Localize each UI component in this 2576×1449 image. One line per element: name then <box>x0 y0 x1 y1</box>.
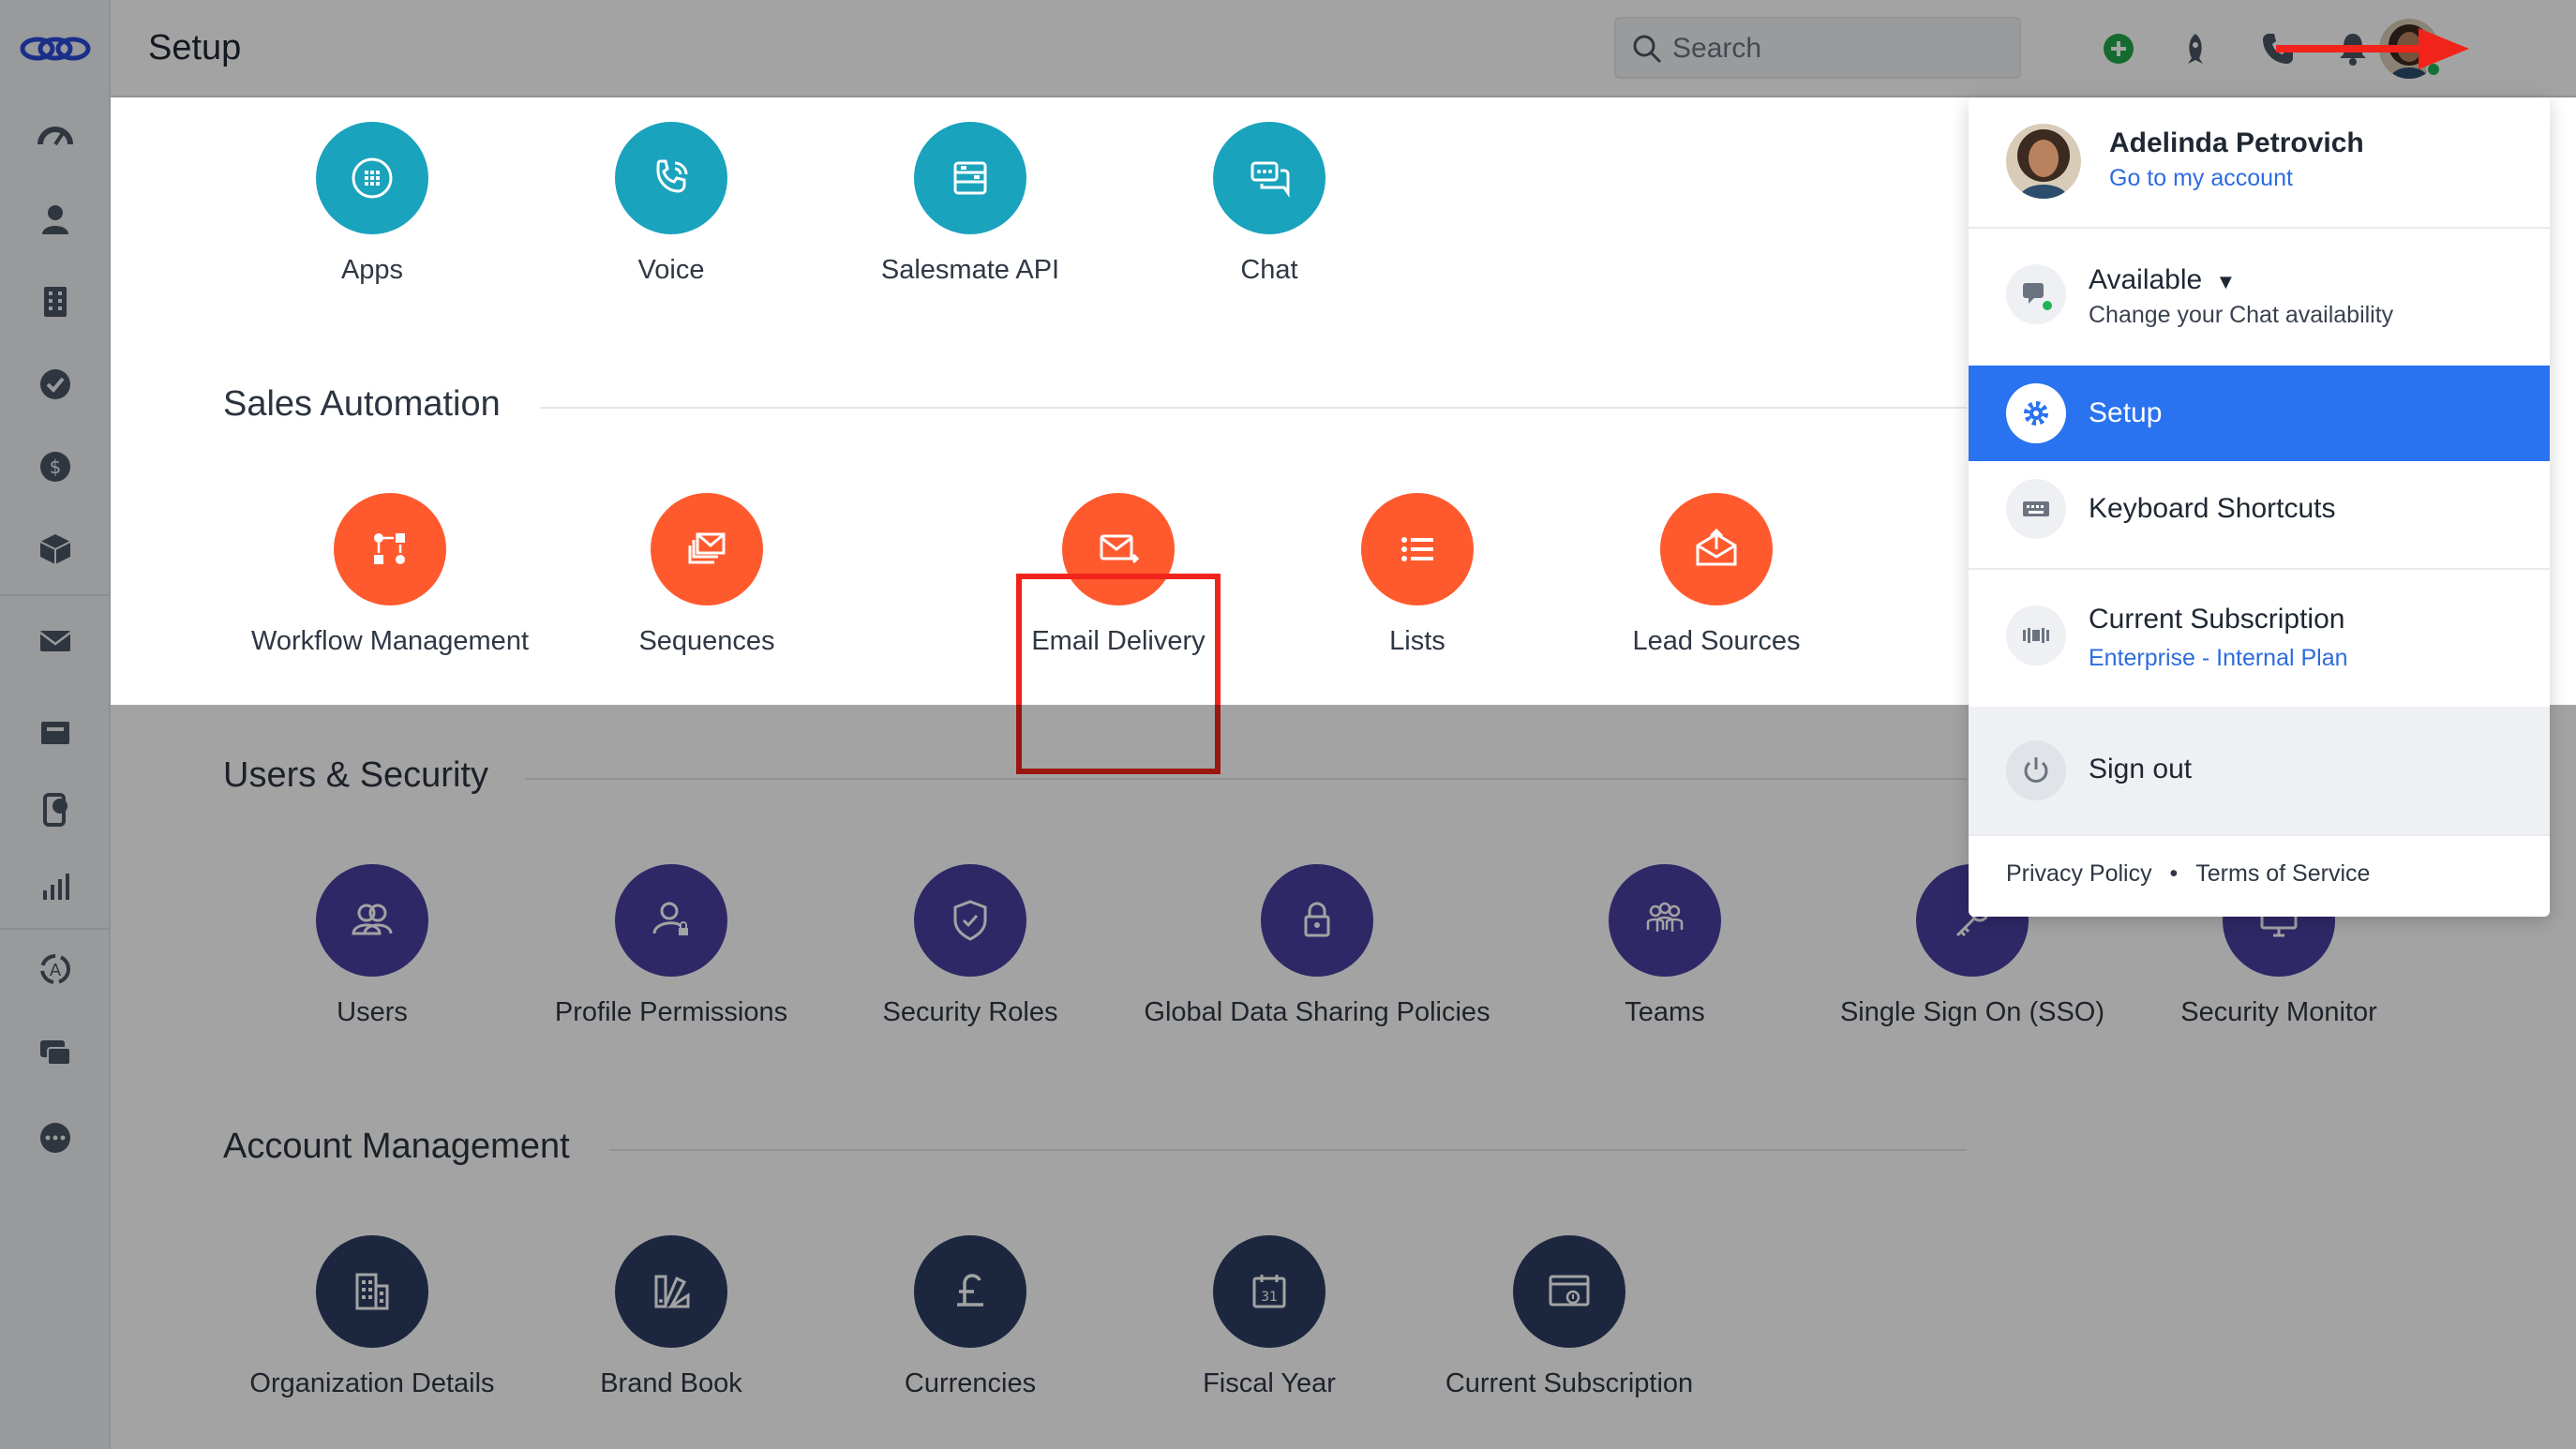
menu-subscription-label: Current Subscription <box>2089 604 2345 635</box>
tile-label: Lists <box>1389 626 1445 656</box>
lead-sources-icon <box>1696 528 1737 566</box>
power-icon <box>2006 740 2066 800</box>
availability-label: Available <box>2089 264 2203 295</box>
tile-sequences[interactable]: Sequences <box>557 493 857 657</box>
availability-status[interactable]: Available ▼ <box>2089 264 2236 296</box>
subscription-icon <box>2006 605 2066 665</box>
tile-label: Workflow Management <box>250 626 530 656</box>
api-icon <box>953 161 987 195</box>
tile-salesmate-api[interactable]: Salesmate API <box>820 122 1120 286</box>
tile-chat[interactable]: Chat <box>1119 122 1419 286</box>
chat-icon <box>1251 161 1290 198</box>
sequences-icon <box>688 532 726 564</box>
menu-item-current-subscription[interactable]: Current Subscription Enterprise - Intern… <box>1969 570 2550 701</box>
apps-icon <box>352 157 393 199</box>
tile-workflow-management[interactable]: Workflow Management <box>240 493 540 657</box>
user-dropdown-menu: Adelinda Petrovich Go to my account Avai… <box>1969 97 2550 917</box>
menu-user-avatar <box>2006 124 2081 199</box>
menu-availability[interactable]: Available ▼ Change your Chat availabilit… <box>1969 229 2550 360</box>
subscription-plan-link[interactable]: Enterprise - Internal Plan <box>2089 645 2348 672</box>
privacy-policy-link[interactable]: Privacy Policy <box>2006 860 2152 888</box>
menu-user-name: Adelinda Petrovich <box>2109 127 2364 158</box>
link-separator: • <box>2169 860 2179 887</box>
menu-shortcuts-label: Keyboard Shortcuts <box>2089 493 2336 524</box>
menu-divider <box>1969 834 2550 836</box>
menu-item-setup[interactable]: Setup <box>1969 366 2550 461</box>
tile-label: Lead Sources <box>1632 626 1801 656</box>
menu-signout-label: Sign out <box>2089 754 2193 784</box>
menu-user-info: Adelinda Petrovich Go to my account <box>1969 97 2550 227</box>
tile-label: Salesmate API <box>880 255 1060 285</box>
menu-item-keyboard-shortcuts[interactable]: Keyboard Shortcuts <box>1969 461 2550 557</box>
menu-setup-label: Setup <box>2089 397 2163 428</box>
lists-icon <box>1401 537 1433 561</box>
workflow-icon <box>374 533 405 564</box>
dim-overlay <box>0 97 111 1449</box>
menu-footer-links: Privacy Policy • Terms of Service <box>2006 860 2370 888</box>
email-delivery-icon <box>1100 534 1140 564</box>
gear-icon <box>2006 383 2066 443</box>
terms-of-service-link[interactable]: Terms of Service <box>2195 860 2370 888</box>
tile-label: Chat <box>1240 255 1298 285</box>
tile-lists[interactable]: Lists <box>1267 493 1567 657</box>
tile-apps[interactable]: Apps <box>222 122 522 286</box>
go-to-account-link[interactable]: Go to my account <box>2109 165 2293 192</box>
dim-overlay <box>0 0 2576 97</box>
caret-down-icon: ▼ <box>2215 270 2237 293</box>
voice-icon <box>656 159 688 193</box>
tile-label: Apps <box>340 255 404 285</box>
tile-label: Voice <box>637 255 705 285</box>
annotation-arrow-icon <box>2276 28 2469 69</box>
section-title-sales-automation: Sales Automation <box>223 384 501 424</box>
user-photo <box>2006 124 2081 199</box>
menu-item-sign-out[interactable]: Sign out <box>1969 707 2550 834</box>
availability-subtext: Change your Chat availability <box>2089 302 2394 328</box>
section-divider <box>540 407 1967 409</box>
tile-voice[interactable]: Voice <box>521 122 821 286</box>
tile-lead-sources[interactable]: Lead Sources <box>1566 493 1866 657</box>
tile-label: Sequences <box>638 626 775 656</box>
chat-availability-icon <box>2006 264 2066 324</box>
keyboard-icon <box>2006 479 2066 539</box>
